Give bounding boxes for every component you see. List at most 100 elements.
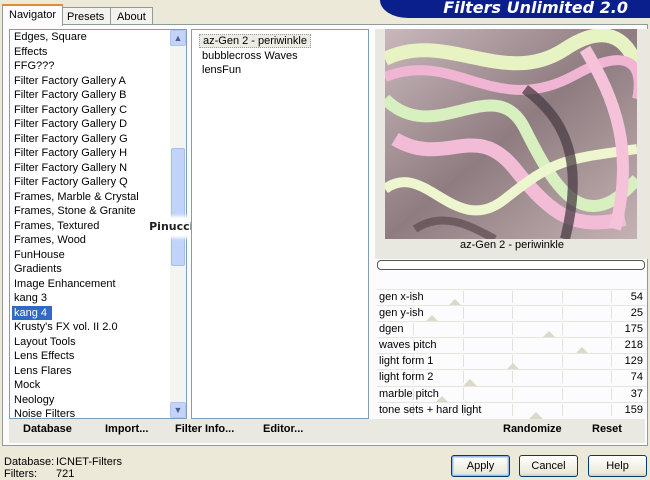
category-item[interactable]: Frames, Marble & Crystal [10, 190, 170, 205]
param-value: 37 [630, 387, 643, 400]
preview-frame [375, 29, 649, 259]
category-item[interactable]: Filter Factory Gallery H [10, 146, 170, 161]
slider-tick [561, 403, 563, 416]
slider-tick [462, 307, 464, 320]
status-database-value: ICNET-Filters [56, 456, 122, 468]
slider-tick [561, 355, 563, 368]
scroll-down-button[interactable]: ▼ [170, 402, 186, 418]
param-value: 175 [624, 323, 643, 336]
filter-item-label: lensFun [202, 64, 242, 76]
param-row[interactable]: marble pitch 37 [377, 385, 647, 403]
import-button[interactable]: Import... [105, 423, 148, 435]
param-label: tone sets + hard light [379, 403, 482, 416]
category-item[interactable]: Filter Factory Gallery G [10, 132, 170, 147]
param-slider-track[interactable] [413, 290, 612, 306]
param-row[interactable]: light form 1 129 [377, 353, 647, 371]
tab-navigator[interactable]: Navigator [2, 4, 64, 26]
param-slider-track[interactable] [413, 354, 612, 371]
tab-about[interactable]: About [110, 7, 153, 25]
category-item[interactable]: Lens Flares [10, 364, 170, 379]
preview-filter-name: az-Gen 2 - periwinkle [460, 239, 564, 251]
param-slider-track[interactable] [413, 338, 612, 355]
status-filters-label: Filters: [4, 468, 37, 480]
preview-swirl-graphic [385, 29, 637, 239]
param-row[interactable]: light form 2 74 [377, 369, 647, 387]
help-button[interactable]: Help [588, 455, 647, 477]
tab-presets[interactable]: Presets [60, 7, 112, 25]
category-item[interactable]: Mock [10, 378, 170, 393]
param-slider-track[interactable] [413, 387, 612, 403]
slider-tick [611, 323, 612, 336]
slider-tick [561, 339, 563, 352]
param-label: light form 1 [379, 355, 434, 368]
category-item[interactable]: FFG??? [10, 59, 170, 74]
slider-tick [561, 291, 563, 303]
param-slider-track[interactable] [413, 370, 612, 387]
editor-button[interactable]: Editor... [263, 423, 303, 435]
param-slider-track[interactable] [413, 306, 612, 323]
slider-tick [462, 355, 464, 368]
slider-tick [462, 323, 464, 336]
database-button[interactable]: Database [23, 423, 72, 435]
param-value: 159 [624, 403, 643, 416]
preview-image[interactable] [385, 29, 637, 239]
category-item[interactable]: Noise Filters [10, 407, 170, 418]
navigator-panel: Edges, Square Effects FFG??? Filter Factory… [2, 24, 649, 446]
category-item[interactable]: kang 4 [12, 305, 52, 320]
filter-item-bubblecross[interactable]: bubblecross Waves [192, 49, 368, 64]
category-item[interactable]: Krusty's FX vol. II 2.0 [10, 320, 170, 335]
param-row[interactable]: dgen 175 [377, 321, 647, 339]
app-title: Filters Unlimited 2.0 [443, 0, 628, 17]
category-item[interactable]: Frames, Stone & Granite [10, 204, 170, 219]
param-value: 54 [630, 291, 643, 303]
filter-item-lensfun[interactable]: lensFun [192, 63, 368, 78]
category-item[interactable]: Layout Tools [10, 335, 170, 350]
status-filters: Filters: 721 [4, 468, 74, 480]
category-item[interactable]: Neology [10, 393, 170, 408]
category-item[interactable]: FunHouse [10, 248, 170, 263]
param-row[interactable]: gen y-ish 25 [377, 305, 647, 323]
param-label: waves pitch [379, 339, 437, 352]
status-database: Database: ICNET-Filters [4, 456, 122, 468]
category-item[interactable]: Effects [10, 45, 170, 60]
category-item[interactable]: Filter Factory Gallery Q [10, 175, 170, 190]
param-value: 218 [624, 339, 643, 352]
category-item[interactable]: Filter Factory Gallery A [10, 74, 170, 89]
param-label: light form 2 [379, 371, 434, 384]
slider-tick [462, 291, 464, 303]
category-item[interactable]: Gradients [10, 262, 170, 277]
category-item[interactable]: Filter Factory Gallery B [10, 88, 170, 103]
category-item[interactable]: Filter Factory Gallery C [10, 103, 170, 118]
param-value: 25 [630, 307, 643, 320]
filter-item-az-gen-2[interactable]: az-Gen 2 - periwinkle [192, 34, 368, 49]
reset-button[interactable]: Reset [592, 423, 622, 435]
param-row[interactable]: gen x-ish 54 [377, 289, 647, 306]
scroll-up-button[interactable]: ▲ [170, 30, 186, 46]
param-row[interactable]: waves pitch 218 [377, 337, 647, 355]
category-item[interactable]: Lens Effects [10, 349, 170, 364]
filter-list[interactable]: az-Gen 2 - periwinkle bubblecross Waves … [191, 29, 369, 419]
category-item[interactable]: Edges, Square [10, 30, 170, 45]
param-slider-track[interactable] [413, 322, 612, 339]
slider-tick [611, 355, 612, 368]
slider-tick [561, 387, 563, 400]
randomize-button[interactable]: Randomize [503, 423, 562, 435]
category-item[interactable]: kang 3 [10, 291, 170, 306]
cancel-button[interactable]: Cancel [519, 455, 578, 477]
filter-info-button[interactable]: Filter Info... [175, 423, 234, 435]
slider-tick [611, 307, 612, 320]
param-slider-thumb[interactable] [529, 411, 544, 419]
triangle-up-icon: ▲ [173, 33, 183, 43]
slider-tick [512, 371, 513, 384]
param-row[interactable]: tone sets + hard light 159 [377, 401, 647, 419]
scroll-thumb[interactable] [171, 148, 185, 266]
category-item[interactable]: Filter Factory Gallery D [10, 117, 170, 132]
param-value: 74 [630, 371, 643, 384]
category-item[interactable]: Filter Factory Gallery N [10, 161, 170, 176]
apply-button[interactable]: Apply [451, 455, 510, 477]
slider-tick [611, 339, 612, 352]
slider-tick [512, 403, 513, 416]
bottom-toolbar: Database Import... Filter Info... Editor… [9, 419, 645, 443]
category-item[interactable]: Image Enhancement [10, 277, 170, 292]
header-banner: Filters Unlimited 2.0 [380, 0, 650, 18]
